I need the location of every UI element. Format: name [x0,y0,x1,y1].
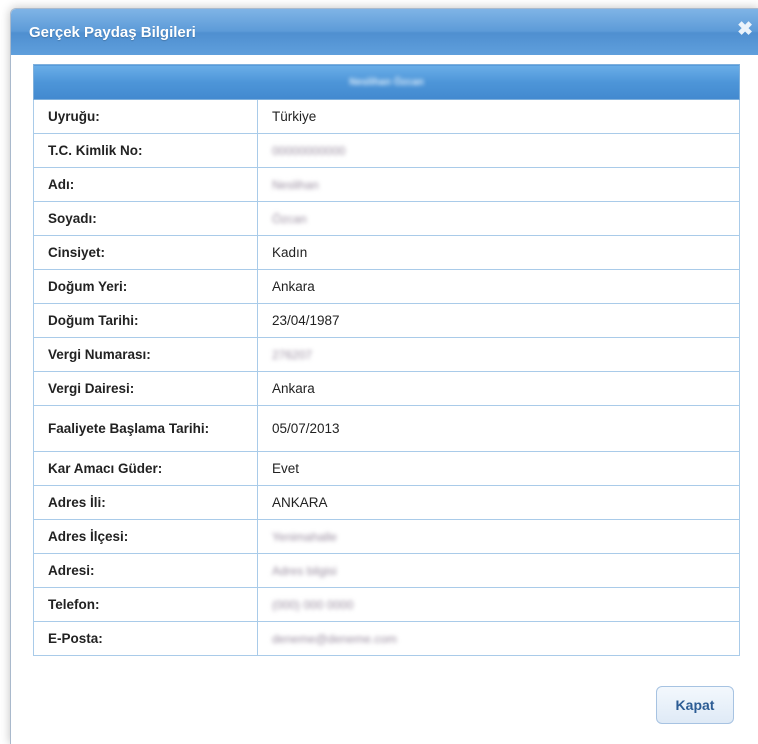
field-value: Yenimahalle [257,519,740,554]
dialog-title: Gerçek Paydaş Bilgileri [29,24,196,41]
field-label: Adres İlçesi: [33,519,258,554]
field-value: Türkiye [257,99,740,134]
field-value: 23/04/1987 [257,303,740,338]
field-label: Adı: [33,167,258,202]
field-value: ANKARA [257,485,740,520]
field-value-text: ANKARA [272,495,328,510]
table-row: Uyruğu: Türkiye [33,99,740,134]
field-value: (000) 000 0000 [257,587,740,622]
field-value: Ankara [257,371,740,406]
field-value: Evet [257,451,740,486]
field-label: Doğum Yeri: [33,269,258,304]
field-value: Kadın [257,235,740,270]
field-label: Vergi Numarası: [33,337,258,372]
field-value: 05/07/2013 [257,405,740,452]
field-value: 276207 [257,337,740,372]
table-row: Doğum Yeri: Ankara [33,269,740,304]
field-value-text: Yenimahalle [272,530,337,544]
field-value: deneme@deneme.com [257,621,740,656]
field-label: E-Posta: [33,621,258,656]
field-value-text: Kadın [272,245,308,260]
field-value-text: deneme@deneme.com [272,632,397,646]
field-label: Doğum Tarihi: [33,303,258,338]
field-value-text: 00000000000 [272,144,346,158]
table-row: Adres İli: ANKARA [33,485,740,520]
table-row: T.C. Kimlik No: 00000000000 [33,133,740,168]
field-label: Cinsiyet: [33,235,258,270]
table-row: E-Posta: deneme@deneme.com [33,621,740,656]
table-row: Cinsiyet: Kadın [33,235,740,270]
field-label: Adres İli: [33,485,258,520]
table-row: Vergi Dairesi: Ankara [33,371,740,406]
field-label: Adresi: [33,553,258,588]
table-row: Adı: Neslihan [33,167,740,202]
field-value-text: Özcan [272,212,307,226]
field-label: Vergi Dairesi: [33,371,258,406]
field-label: Telefon: [33,587,258,622]
field-label: T.C. Kimlik No: [33,133,258,168]
field-value-text: 05/07/2013 [272,420,340,436]
table-row: Kar Amacı Güder: Evet [33,451,740,486]
field-label: Kar Amacı Güder: [33,451,258,486]
stakeholder-dialog: Gerçek Paydaş Bilgileri ✖ Neslihan Özcan… [10,8,758,744]
field-label: Faaliyete Başlama Tarihi: [33,405,258,452]
dialog-titlebar[interactable]: Gerçek Paydaş Bilgileri ✖ [11,9,758,55]
details-table: Neslihan Özcan Uyruğu: Türkiye T.C. Kimlik… [33,64,740,656]
field-value-text: Neslihan [272,178,319,192]
field-value-text: Ankara [272,381,315,396]
field-value: Özcan [257,201,740,236]
table-header-name: Neslihan Özcan [349,76,424,88]
field-value-text: Türkiye [272,109,317,124]
field-value: Adres bilgisi [257,553,740,588]
table-row: Doğum Tarihi: 23/04/1987 [33,303,740,338]
field-label: Soyadı: [33,201,258,236]
field-value-text: (000) 000 0000 [272,598,354,612]
field-value: Neslihan [257,167,740,202]
field-value-text: 23/04/1987 [272,313,340,328]
table-header: Neslihan Özcan [33,64,740,100]
details-table-wrapper: Neslihan Özcan Uyruğu: Türkiye T.C. Kimlik… [33,64,740,656]
field-value-text: Evet [272,461,300,476]
field-value-text: Adres bilgisi [272,564,337,578]
field-value: 00000000000 [257,133,740,168]
close-icon[interactable]: ✖ [737,20,753,40]
table-row: Vergi Numarası: 276207 [33,337,740,372]
table-row: Adresi: Adres bilgisi [33,553,740,588]
close-button[interactable]: Kapat [656,686,734,724]
table-row: Faaliyete Başlama Tarihi: 05/07/2013 [33,405,740,452]
table-row: Telefon: (000) 000 0000 [33,587,740,622]
field-label: Uyruğu: [33,99,258,134]
field-value-text: 276207 [272,348,313,362]
field-value-text: Ankara [272,279,315,294]
table-row: Adres İlçesi: Yenimahalle [33,519,740,554]
field-value: Ankara [257,269,740,304]
table-row: Soyadı: Özcan [33,201,740,236]
